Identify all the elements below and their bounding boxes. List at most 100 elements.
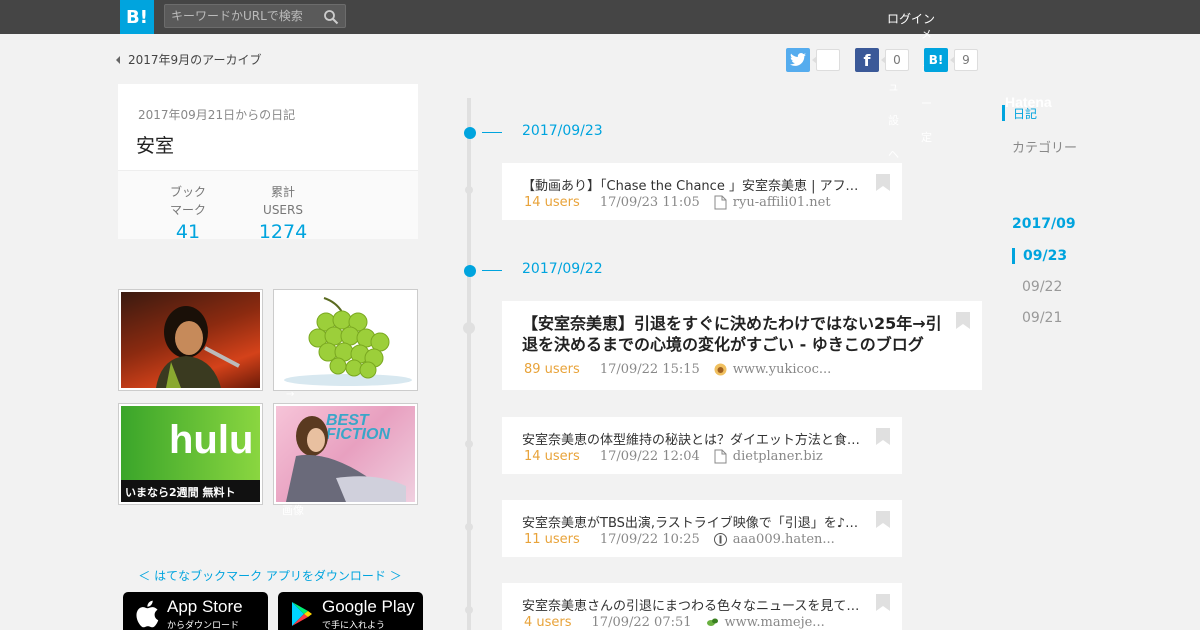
entry-domain[interactable]: www.mameje... xyxy=(725,615,825,630)
entry-meta: 4 users 17/09/22 07:51 www.mameje... xyxy=(524,615,825,630)
stray-label: 定 xyxy=(921,131,932,144)
profile-title[interactable]: 安室 xyxy=(136,131,174,158)
entry-users[interactable]: 14 users xyxy=(524,449,580,464)
timeline-line xyxy=(467,98,471,630)
document-icon xyxy=(714,449,727,464)
apple-icon xyxy=(136,600,159,628)
entry-meta: 14 users 17/09/22 12:04 dietplaner.biz xyxy=(524,449,823,464)
timeline-dot xyxy=(465,606,473,614)
top-bar: B! ログイン xyxy=(0,0,1200,34)
thumb-best-fiction[interactable]: BEST FICTION xyxy=(273,403,418,505)
hatena-share[interactable]: B! 9 xyxy=(924,48,978,72)
nav-item-category[interactable]: カテゴリー xyxy=(1012,137,1077,156)
entry-title[interactable]: 【安室奈美恵】引退をすぐに決めたわけではない25年→引退を決めるまでの心境の変化… xyxy=(522,313,946,355)
stray-label: ヘ xyxy=(888,148,899,161)
profile-date: 2017年09月21日からの日記 xyxy=(138,108,296,122)
entry-time: 17/09/22 10:25 xyxy=(599,532,700,547)
app-promo-label[interactable]: ＜ はてなブックマーク アプリをダウンロード ＞ xyxy=(120,567,420,584)
caret-left-icon xyxy=(116,55,120,64)
site-favicon-icon xyxy=(706,618,718,626)
entry-users[interactable]: 89 users xyxy=(524,362,580,377)
google-play-name: Google Play xyxy=(322,597,415,616)
stray-label: ー xyxy=(921,97,932,110)
twitter-share[interactable] xyxy=(786,48,840,72)
breadcrumb[interactable]: 2017年9月のアーカイブ xyxy=(116,51,261,68)
bookmark-icon[interactable] xyxy=(876,594,890,611)
app-store-name: App Store xyxy=(167,597,243,616)
timeline-date[interactable]: 2017/09/23 xyxy=(522,123,603,139)
entry-title[interactable]: 安室奈美恵さんの引退にまつわる色々なニュースを見て思ったこと - まめじぇーる xyxy=(522,595,864,614)
timeline-date-dot xyxy=(464,265,476,277)
stat-bookmarks: ブック マーク 41 xyxy=(158,183,218,243)
entry-card[interactable]: 安室奈美恵の体型維持の秘訣とは？ダイエット方法と食事 | ダイエットプランナー|… xyxy=(502,417,902,474)
timeline-dot xyxy=(463,322,475,334)
facebook-share[interactable]: f 0 xyxy=(855,48,909,72)
entry-users[interactable]: 14 users xyxy=(524,195,580,210)
entry-time: 17/09/23 11:05 xyxy=(599,195,700,210)
bookmark-icon[interactable] xyxy=(956,312,970,329)
profile-stats: ブック マーク 41 累計 USERS 1274 xyxy=(118,170,418,243)
entry-title[interactable]: 【動画あり】「Chase the Chance 」安室奈美恵 | アフィリエイト… xyxy=(522,175,864,194)
nav-item-diary[interactable]: 日記 xyxy=(1002,105,1037,121)
entry-card[interactable]: 【動画あり】「Chase the Chance 」安室奈美恵 | アフィリエイト… xyxy=(502,163,902,220)
timeline-date[interactable]: 2017/09/22 xyxy=(522,261,603,277)
stat-users-value: 1274 xyxy=(258,221,308,243)
login-link[interactable]: ログイン xyxy=(887,10,935,27)
site-favicon-icon xyxy=(714,363,727,376)
search-input[interactable] xyxy=(171,8,319,24)
bookmark-icon[interactable] xyxy=(876,174,890,191)
timeline-dot xyxy=(465,186,473,194)
entry-domain[interactable]: ryu-affili01.net xyxy=(733,195,831,210)
timeline-date-dash xyxy=(482,270,502,271)
timeline-date-dash xyxy=(482,132,502,133)
timeline-dot xyxy=(465,523,473,531)
hulu-logo: hulu xyxy=(169,418,254,462)
archive-day[interactable]: 09/22 xyxy=(1022,279,1062,295)
entry-time: 17/09/22 07:51 xyxy=(591,615,692,630)
thumb-grapes[interactable] xyxy=(273,289,418,391)
thumb-caption: → xyxy=(286,389,295,400)
stray-label: ュ xyxy=(888,80,899,93)
entry-domain[interactable]: dietplaner.biz xyxy=(733,449,823,464)
timeline-dot xyxy=(465,440,473,448)
entry-card-featured[interactable]: 【安室奈美恵】引退をすぐに決めたわけではない25年→引退を決めるまでの心境の変化… xyxy=(502,301,982,390)
document-icon xyxy=(714,195,727,210)
entry-meta: 14 users 17/09/23 11:05 ryu-affili01.net xyxy=(524,195,831,210)
breadcrumb-label[interactable]: 2017年9月のアーカイブ xyxy=(128,51,261,68)
thumb-singer[interactable] xyxy=(118,289,263,391)
entry-users[interactable]: 11 users xyxy=(524,532,580,547)
twitter-count xyxy=(812,49,840,71)
thumb-hulu[interactable]: hulu いまなら2週間 無料ト xyxy=(118,403,263,505)
search-box[interactable] xyxy=(164,4,346,28)
search-icon[interactable] xyxy=(323,9,339,25)
entry-domain[interactable]: www.yukicoc... xyxy=(733,362,832,377)
entry-title[interactable]: 安室奈美恵の体型維持の秘訣とは？ダイエット方法と食事 | ダイエットプランナー|… xyxy=(522,429,864,448)
entry-users[interactable]: 4 users xyxy=(524,615,572,630)
hatena-bookmark-icon[interactable]: B! xyxy=(924,48,948,72)
archive-day-active[interactable]: 09/23 xyxy=(1012,248,1067,264)
hulu-banner: いまなら2週間 無料ト xyxy=(121,480,260,502)
google-play-icon xyxy=(292,602,312,626)
facebook-count: 0 xyxy=(881,49,909,71)
timeline-date-dot xyxy=(464,127,476,139)
bookmark-icon[interactable] xyxy=(876,428,890,445)
hatena-logo[interactable]: B! xyxy=(120,0,154,34)
thumb-caption: 画像 xyxy=(282,504,304,517)
twitter-icon[interactable] xyxy=(786,48,810,72)
entry-title[interactable]: 安室奈美恵がTBS出演,ラストライブ映像で「引退」を♪1日前... - アラサー… xyxy=(522,512,864,531)
entry-domain[interactable]: aaa009.haten... xyxy=(733,532,835,547)
archive-month[interactable]: 2017/09 xyxy=(1012,216,1076,232)
profile-card: 2017年09月21日からの日記 安室 ブック マーク 41 累計 USERS … xyxy=(118,84,418,243)
archive-day[interactable]: 09/21 xyxy=(1022,310,1062,326)
entry-card[interactable]: 安室奈美恵がTBS出演,ラストライブ映像で「引退」を♪1日前... - アラサー… xyxy=(502,500,902,557)
google-play-sub: で手に入れよう xyxy=(322,621,386,630)
entry-meta: 89 users 17/09/22 15:15 www.yukicoc... xyxy=(524,362,831,377)
bookmark-icon[interactable] xyxy=(876,511,890,528)
stray-label: 設 xyxy=(888,114,899,127)
stat-bookmarks-value: 41 xyxy=(175,221,201,243)
app-store-button[interactable]: App Store からダウンロード xyxy=(123,592,268,630)
facebook-icon[interactable]: f xyxy=(855,48,879,72)
stray-label: メ xyxy=(921,28,932,41)
google-play-button[interactable]: Google Play で手に入れよう xyxy=(278,592,423,630)
entry-card[interactable]: 安室奈美恵さんの引退にまつわる色々なニュースを見て思ったこと - まめじぇーる … xyxy=(502,583,902,630)
